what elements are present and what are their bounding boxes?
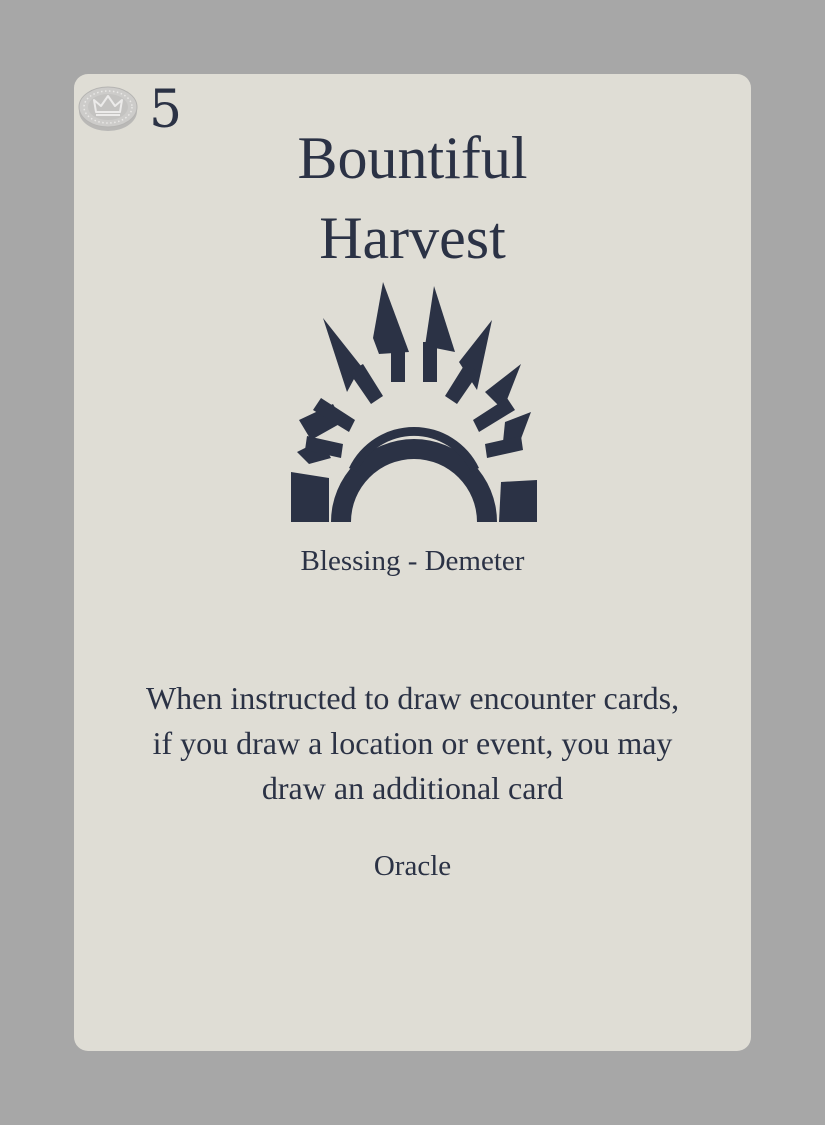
card-keyword: Oracle [373, 850, 452, 882]
rules-line: if you draw a location or event, you may [152, 725, 673, 761]
rules-line: When instructed to draw encounter cards, [145, 680, 680, 716]
card-type-line: Blessing - Demeter [300, 545, 525, 577]
blessing-card: 5 Bountiful Harvest Blessing - Demeter W… [74, 74, 751, 1051]
card-title-line: Harvest [319, 205, 506, 271]
card-title-line: Bountiful [297, 125, 528, 191]
card-rules-text: When instructed to draw encounter cards,… [94, 676, 731, 811]
rising-sun-icon [291, 282, 537, 522]
rules-line: draw an additional card [261, 770, 564, 806]
card-title: Bountiful Harvest [74, 118, 751, 278]
